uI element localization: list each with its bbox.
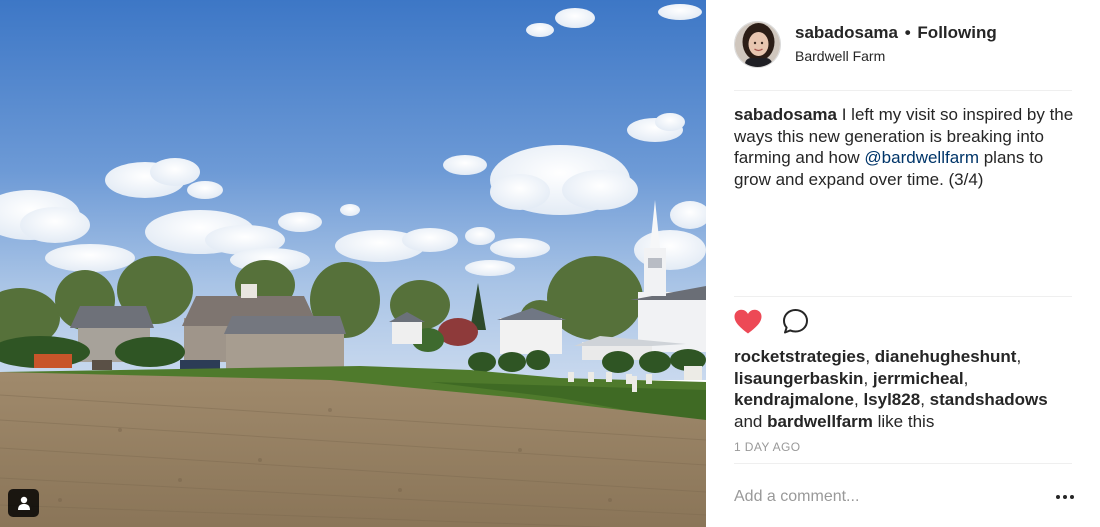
heart-icon [734,309,762,339]
separator-dot: • [904,23,911,42]
comment-button[interactable] [782,308,812,340]
like-button[interactable] [734,309,764,339]
post-caption: sabadosama I left my visit so inspired b… [734,104,1074,190]
following-button[interactable]: Following [917,23,996,42]
avatar[interactable] [734,20,781,68]
caption-mention-link[interactable]: @bardwellfarm [864,148,979,167]
liker-link[interactable]: dianehugheshunt [875,347,1017,366]
likes-separator: , [920,390,930,409]
person-icon [17,496,31,510]
liker-link[interactable]: standshadows [930,390,1048,409]
comment-input[interactable] [734,488,1014,506]
header-divider [734,90,1072,91]
location-link[interactable]: Bardwell Farm [795,46,997,66]
ellipsis-icon [1063,495,1067,499]
likes-separator: , [1016,347,1022,366]
caption-author-link[interactable]: sabadosama [734,105,837,124]
username-link[interactable]: sabadosama [795,23,898,42]
ellipsis-icon [1070,495,1074,499]
comment-form [734,486,1074,508]
likes-suffix: like this [872,411,935,431]
liker-link[interactable]: rocketstrategies [734,347,865,366]
liker-link[interactable]: lsyl828 [863,390,920,409]
liker-link[interactable]: jerrmicheal [873,369,964,388]
post-side-panel: sabadosama • Following Bardwell Farm sab… [706,0,1100,527]
liker-link[interactable]: lisaungerbaskin [734,369,863,388]
post-header: sabadosama • Following Bardwell Farm [734,19,1072,69]
post-photo[interactable] [0,0,706,527]
likes-summary: rocketstrategies, dianehugheshunt, lisau… [734,346,1074,432]
user-tag-button[interactable] [8,489,39,517]
ellipsis-icon [1056,495,1060,499]
post-timestamp[interactable]: 1 DAY AGO [734,440,801,454]
liker-link[interactable]: bardwellfarm [767,412,873,431]
more-options-button[interactable] [1056,491,1074,503]
action-bar [734,308,830,340]
likes-separator: , [863,368,873,388]
liker-link[interactable]: kendrajmalone [734,390,854,409]
farm-landscape-image [0,0,706,527]
likes-separator: , [865,347,875,366]
comment-divider [734,463,1072,464]
likes-and-word: and [734,411,768,431]
likes-separator: , [963,368,969,388]
actions-divider [734,296,1072,297]
speech-bubble-icon [782,308,809,340]
